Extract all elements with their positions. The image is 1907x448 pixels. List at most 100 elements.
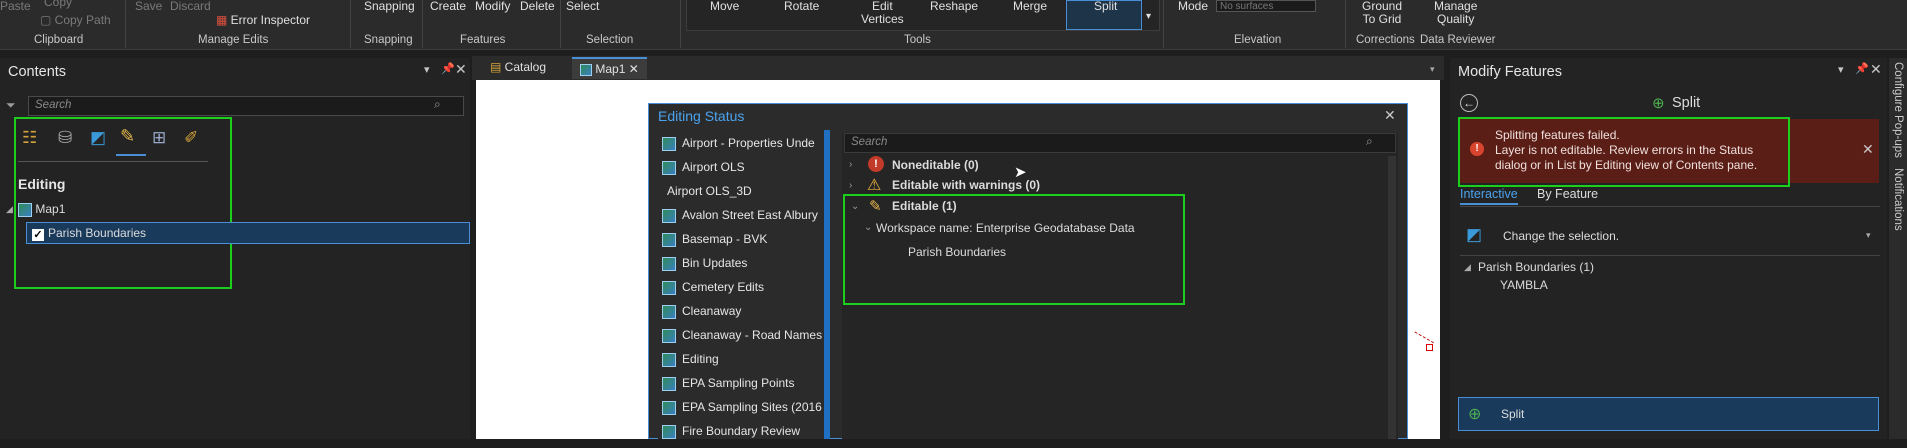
list-item[interactable]: Avalon Street East Albury [662, 208, 818, 232]
discard-button[interactable]: Discard [170, 0, 211, 13]
copy-button[interactable]: Copy [44, 0, 72, 9]
contents-search-input[interactable]: Search [28, 96, 464, 116]
error-icon: ! [1470, 142, 1484, 156]
close-icon[interactable]: ✕ [455, 61, 467, 78]
move-tool[interactable]: Move [710, 0, 739, 13]
details-scrollbar[interactable] [1388, 156, 1396, 439]
list-item[interactable]: Bin Updates [662, 256, 747, 280]
map-node[interactable]: Map1 [18, 202, 65, 217]
tab-map1[interactable]: Map1 ✕ [572, 57, 647, 79]
map-icon [580, 63, 592, 76]
delete-button[interactable]: Delete [520, 0, 555, 13]
list-item[interactable]: Airport OLS [662, 160, 745, 184]
chevron-down-icon[interactable]: ▾ [1866, 230, 1871, 241]
elevation-mode-button[interactable]: Mode [1178, 0, 1208, 13]
paste-button[interactable]: Paste [0, 0, 31, 13]
contents-title: Contents [8, 64, 67, 80]
editable-layer[interactable]: Parish Boundaries [908, 245, 1006, 259]
feature-item[interactable]: YAMBLA [1500, 278, 1548, 292]
modify-features-title: Modify Features [1458, 64, 1562, 80]
back-icon[interactable]: ← [1460, 94, 1478, 112]
group-label-snapping: Snapping [364, 34, 413, 46]
editable-group[interactable]: Editable (1) [892, 199, 957, 213]
select-button[interactable]: Select [566, 0, 599, 13]
dismiss-icon[interactable]: ✕ [1862, 141, 1874, 158]
collapse-arrow-icon[interactable]: ⌄ [864, 222, 872, 233]
list-item[interactable]: Cemetery Edits [662, 280, 764, 304]
collapse-arrow-icon[interactable]: ⌄ [851, 201, 859, 212]
map-icon [18, 202, 32, 217]
list-item[interactable]: EPA Sampling Points [662, 376, 795, 400]
workspace-node[interactable]: Workspace name: Enterprise Geodatabase D… [876, 221, 1135, 235]
list-item[interactable]: Airport OLS_3D [667, 184, 752, 208]
tab-overflow-icon[interactable]: ▾ [1430, 64, 1435, 75]
noneditable-group[interactable]: Noneditable (0) [892, 158, 979, 172]
selection-prompt: Change the selection. [1503, 229, 1620, 243]
snapping-button[interactable]: Snapping [364, 0, 415, 13]
pin-icon[interactable]: 📌 [441, 62, 455, 75]
pane-menu-icon[interactable]: ▾ [424, 63, 430, 76]
create-button[interactable]: Create [430, 0, 466, 13]
notifications-tab[interactable]: Notifications [1892, 168, 1904, 231]
list-item[interactable]: Editing [662, 352, 719, 376]
expand-arrow-icon[interactable]: › [849, 159, 852, 170]
search-icon[interactable]: ⌕ [1366, 134, 1373, 149]
list-by-source-icon[interactable]: ⛁ [58, 128, 72, 148]
layer-checkbox[interactable]: ✓ [32, 227, 44, 241]
tab-by-feature[interactable]: By Feature [1537, 187, 1598, 201]
manage-quality-button[interactable]: Manage Quality [1434, 0, 1477, 26]
split-icon: ⊕ [1468, 406, 1482, 423]
configure-popups-tab[interactable]: Configure Pop-ups [1892, 62, 1904, 158]
split-tool[interactable]: Split [1094, 0, 1117, 13]
error-inspector-icon: ▦ [216, 13, 231, 27]
filter-icon[interactable]: ⏷ [6, 98, 16, 113]
list-by-editing-icon[interactable]: ✎ [120, 126, 135, 147]
tab-close-icon[interactable]: ✕ [629, 62, 639, 76]
separator [680, 0, 681, 48]
pin-icon[interactable]: 📌 [1855, 62, 1869, 75]
split-tool-icon: ⊕ [1652, 95, 1665, 112]
group-label-clipboard: Clipboard [34, 34, 84, 46]
list-item[interactable]: Fire Boundary Review [662, 424, 800, 448]
tab-catalog[interactable]: ▤ Catalog [482, 57, 554, 79]
edit-vertices-tool[interactable]: Edit Vertices [861, 0, 904, 26]
tab-interactive[interactable]: Interactive [1460, 187, 1518, 205]
reshape-tool[interactable]: Reshape [930, 0, 978, 13]
group-label-features: Features [460, 34, 506, 46]
layer-name: Parish Boundaries [48, 226, 147, 240]
list-item[interactable]: Cleanaway [662, 304, 741, 328]
divider [18, 161, 208, 162]
catalog-icon: ▤ [490, 60, 505, 74]
list-by-snapping-icon[interactable]: ⊞ [152, 128, 166, 148]
list-item[interactable]: Airport - Properties Unde [662, 136, 815, 160]
surface-select[interactable]: No surfaces [1216, 0, 1316, 12]
list-by-labeling-icon[interactable]: ✐ [184, 128, 198, 148]
status-search-input[interactable]: Search [844, 133, 1396, 153]
list-by-drawing-order-icon[interactable]: ☷ [22, 128, 37, 148]
modify-button[interactable]: Modify [475, 0, 510, 13]
rotate-tool[interactable]: Rotate [784, 0, 819, 13]
tools-gallery-expand-icon[interactable]: ▾ [1146, 10, 1151, 23]
active-view-indicator [116, 154, 146, 156]
save-button[interactable]: Save [135, 0, 162, 13]
separator [1163, 0, 1164, 48]
list-item[interactable]: Basemap - BVK [662, 232, 767, 256]
close-icon[interactable]: ✕ [1870, 61, 1882, 78]
expand-arrow-icon[interactable]: › [849, 180, 852, 191]
list-by-selection-icon[interactable]: ◩ [90, 128, 106, 148]
search-icon[interactable]: ⌕ [434, 97, 441, 112]
list-scrollbar[interactable] [824, 130, 830, 439]
dialog-close-icon[interactable]: ✕ [1384, 107, 1396, 124]
list-item[interactable]: EPA Sampling Sites (2016 [662, 400, 822, 424]
pane-menu-icon[interactable]: ▾ [1838, 63, 1844, 76]
list-item[interactable]: Cleanaway - Road Names [662, 328, 822, 352]
expand-arrow-icon[interactable]: ◢ [6, 204, 13, 215]
error-icon: ! [868, 156, 884, 172]
feature-group[interactable]: Parish Boundaries (1) [1478, 260, 1594, 274]
collapse-arrow-icon[interactable]: ◢ [1464, 262, 1471, 273]
select-tool-icon[interactable]: ◩ [1466, 225, 1482, 245]
merge-tool[interactable]: Merge [1013, 0, 1047, 13]
error-inspector-button[interactable]: ▦ Error Inspector [216, 14, 310, 27]
ground-to-grid-button[interactable]: Ground To Grid [1362, 0, 1402, 26]
copy-path-button[interactable]: ▢ Copy Path [40, 14, 111, 27]
